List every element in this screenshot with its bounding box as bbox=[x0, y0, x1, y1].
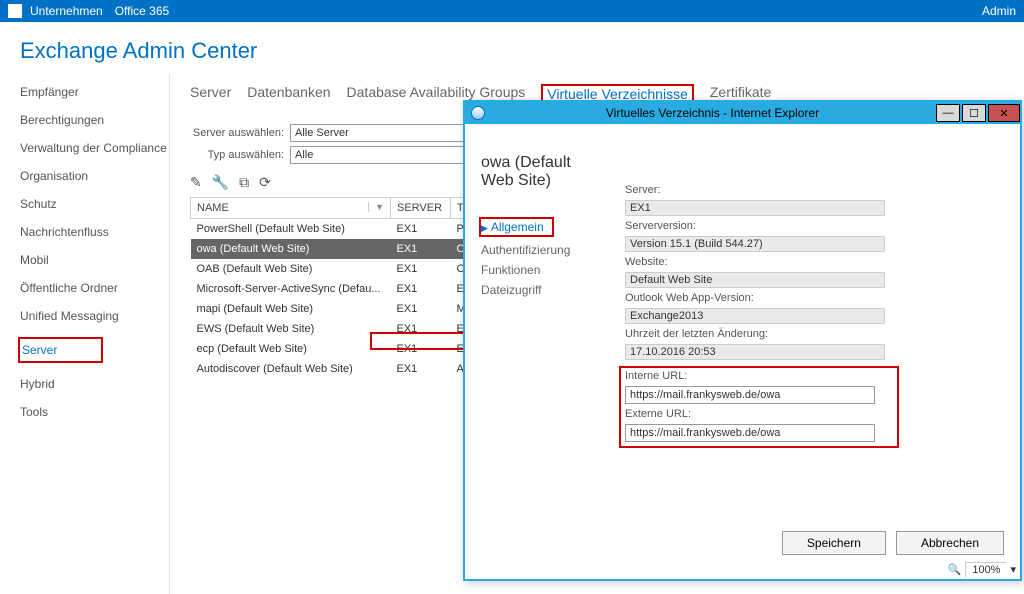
exturl-label: Externe URL: bbox=[625, 408, 1004, 420]
popup-window: Virtuelles Verzeichnis - Internet Explor… bbox=[463, 100, 1022, 581]
filter-type-select[interactable]: Alle bbox=[290, 146, 490, 164]
sidebar: Empfänger Berechtigungen Verwaltung der … bbox=[0, 74, 170, 594]
popup-nav-auth[interactable]: Authentifizierung bbox=[481, 240, 605, 260]
cell-server: EX1 bbox=[391, 319, 451, 339]
close-button[interactable]: ✕ bbox=[988, 104, 1020, 122]
cancel-button[interactable]: Abbrechen bbox=[896, 531, 1004, 555]
page-title: Exchange Admin Center bbox=[0, 22, 1024, 74]
tab-databases[interactable]: Datenbanken bbox=[247, 84, 330, 104]
sidebar-item-organization[interactable]: Organisation bbox=[20, 162, 169, 190]
sidebar-item-permissions[interactable]: Berechtigungen bbox=[20, 106, 169, 134]
popup-nav-features[interactable]: Funktionen bbox=[481, 260, 605, 280]
cell-name: Microsoft-Server-ActiveSync (Defau... bbox=[191, 279, 391, 299]
refresh-icon[interactable]: ⟳ bbox=[259, 174, 271, 191]
server-label: Server: bbox=[625, 184, 1004, 196]
sidebar-item-recipients[interactable]: Empfänger bbox=[20, 78, 169, 106]
ie-icon bbox=[471, 106, 485, 120]
filter-server-label: Server auswählen: bbox=[190, 127, 290, 139]
cell-server: EX1 bbox=[391, 359, 451, 379]
cell-name: EWS (Default Web Site) bbox=[191, 319, 391, 339]
external-url-input[interactable] bbox=[625, 424, 875, 442]
filter-server-select[interactable]: Alle Server bbox=[290, 124, 490, 142]
cell-server: EX1 bbox=[391, 279, 451, 299]
reset-icon[interactable]: ⧉ bbox=[239, 174, 249, 191]
admin-link[interactable]: Admin bbox=[982, 4, 1016, 18]
popup-titlebar[interactable]: Virtuelles Verzeichnis - Internet Explor… bbox=[465, 102, 1020, 124]
top-bar: Unternehmen Office 365 Admin bbox=[0, 0, 1024, 22]
col-server[interactable]: SERVER bbox=[391, 198, 451, 219]
cell-name: owa (Default Web Site) bbox=[191, 239, 391, 259]
sidebar-item-um[interactable]: Unified Messaging bbox=[20, 302, 169, 330]
sidebar-item-hybrid[interactable]: Hybrid bbox=[20, 370, 169, 398]
cell-server: EX1 bbox=[391, 339, 451, 359]
owaver-value: Exchange2013 bbox=[625, 308, 885, 324]
sidebar-item-protection[interactable]: Schutz bbox=[20, 190, 169, 218]
website-label: Website: bbox=[625, 256, 1004, 268]
filter-type-label: Typ auswählen: bbox=[190, 149, 290, 161]
modtime-value: 17.10.2016 20:53 bbox=[625, 344, 885, 360]
wrench-icon[interactable]: 🔧 bbox=[212, 174, 229, 191]
sidebar-item-mailflow[interactable]: Nachrichtenfluss bbox=[20, 218, 169, 246]
version-value: Version 15.1 (Build 544.27) bbox=[625, 236, 885, 252]
cell-server: EX1 bbox=[391, 239, 451, 259]
cell-name: ecp (Default Web Site) bbox=[191, 339, 391, 359]
popup-nav-fileaccess[interactable]: Dateizugriff bbox=[481, 280, 605, 300]
cell-name: PowerShell (Default Web Site) bbox=[191, 219, 391, 240]
product-label[interactable]: Office 365 bbox=[115, 4, 169, 18]
popup-nav-general[interactable]: ▶Allgemein bbox=[481, 214, 605, 240]
zoom-status[interactable]: 🔍100%▾ bbox=[948, 562, 1016, 577]
cell-server: EX1 bbox=[391, 259, 451, 279]
save-button[interactable]: Speichern bbox=[782, 531, 886, 555]
sidebar-item-server[interactable]: Server bbox=[20, 330, 169, 370]
sidebar-item-publicfolders[interactable]: Öffentliche Ordner bbox=[20, 274, 169, 302]
tab-server[interactable]: Server bbox=[190, 84, 231, 104]
sidebar-item-compliance[interactable]: Verwaltung der Compliance bbox=[20, 134, 169, 162]
modtime-label: Uhrzeit der letzten Änderung: bbox=[625, 328, 1004, 340]
cell-server: EX1 bbox=[391, 299, 451, 319]
office-logo-icon bbox=[8, 4, 22, 18]
edit-icon[interactable]: ✎ bbox=[190, 174, 202, 191]
cell-name: mapi (Default Web Site) bbox=[191, 299, 391, 319]
sidebar-item-tools[interactable]: Tools bbox=[20, 398, 169, 426]
company-label[interactable]: Unternehmen bbox=[30, 4, 103, 18]
cell-server: EX1 bbox=[391, 219, 451, 240]
internal-url-input[interactable] bbox=[625, 386, 875, 404]
cell-name: Autodiscover (Default Web Site) bbox=[191, 359, 391, 379]
server-value: EX1 bbox=[625, 200, 885, 216]
maximize-button[interactable]: ☐ bbox=[962, 104, 986, 122]
owaver-label: Outlook Web App-Version: bbox=[625, 292, 1004, 304]
website-value: Default Web Site bbox=[625, 272, 885, 288]
minimize-button[interactable]: — bbox=[936, 104, 960, 122]
version-label: Serverversion: bbox=[625, 220, 1004, 232]
sidebar-item-mobile[interactable]: Mobil bbox=[20, 246, 169, 274]
inturl-label: Interne URL: bbox=[625, 370, 1004, 382]
popup-title: Virtuelles Verzeichnis - Internet Explor… bbox=[491, 106, 934, 120]
popup-heading: owa (Default Web Site) bbox=[481, 154, 605, 190]
cell-name: OAB (Default Web Site) bbox=[191, 259, 391, 279]
col-name[interactable]: NAME▼ bbox=[191, 198, 391, 219]
